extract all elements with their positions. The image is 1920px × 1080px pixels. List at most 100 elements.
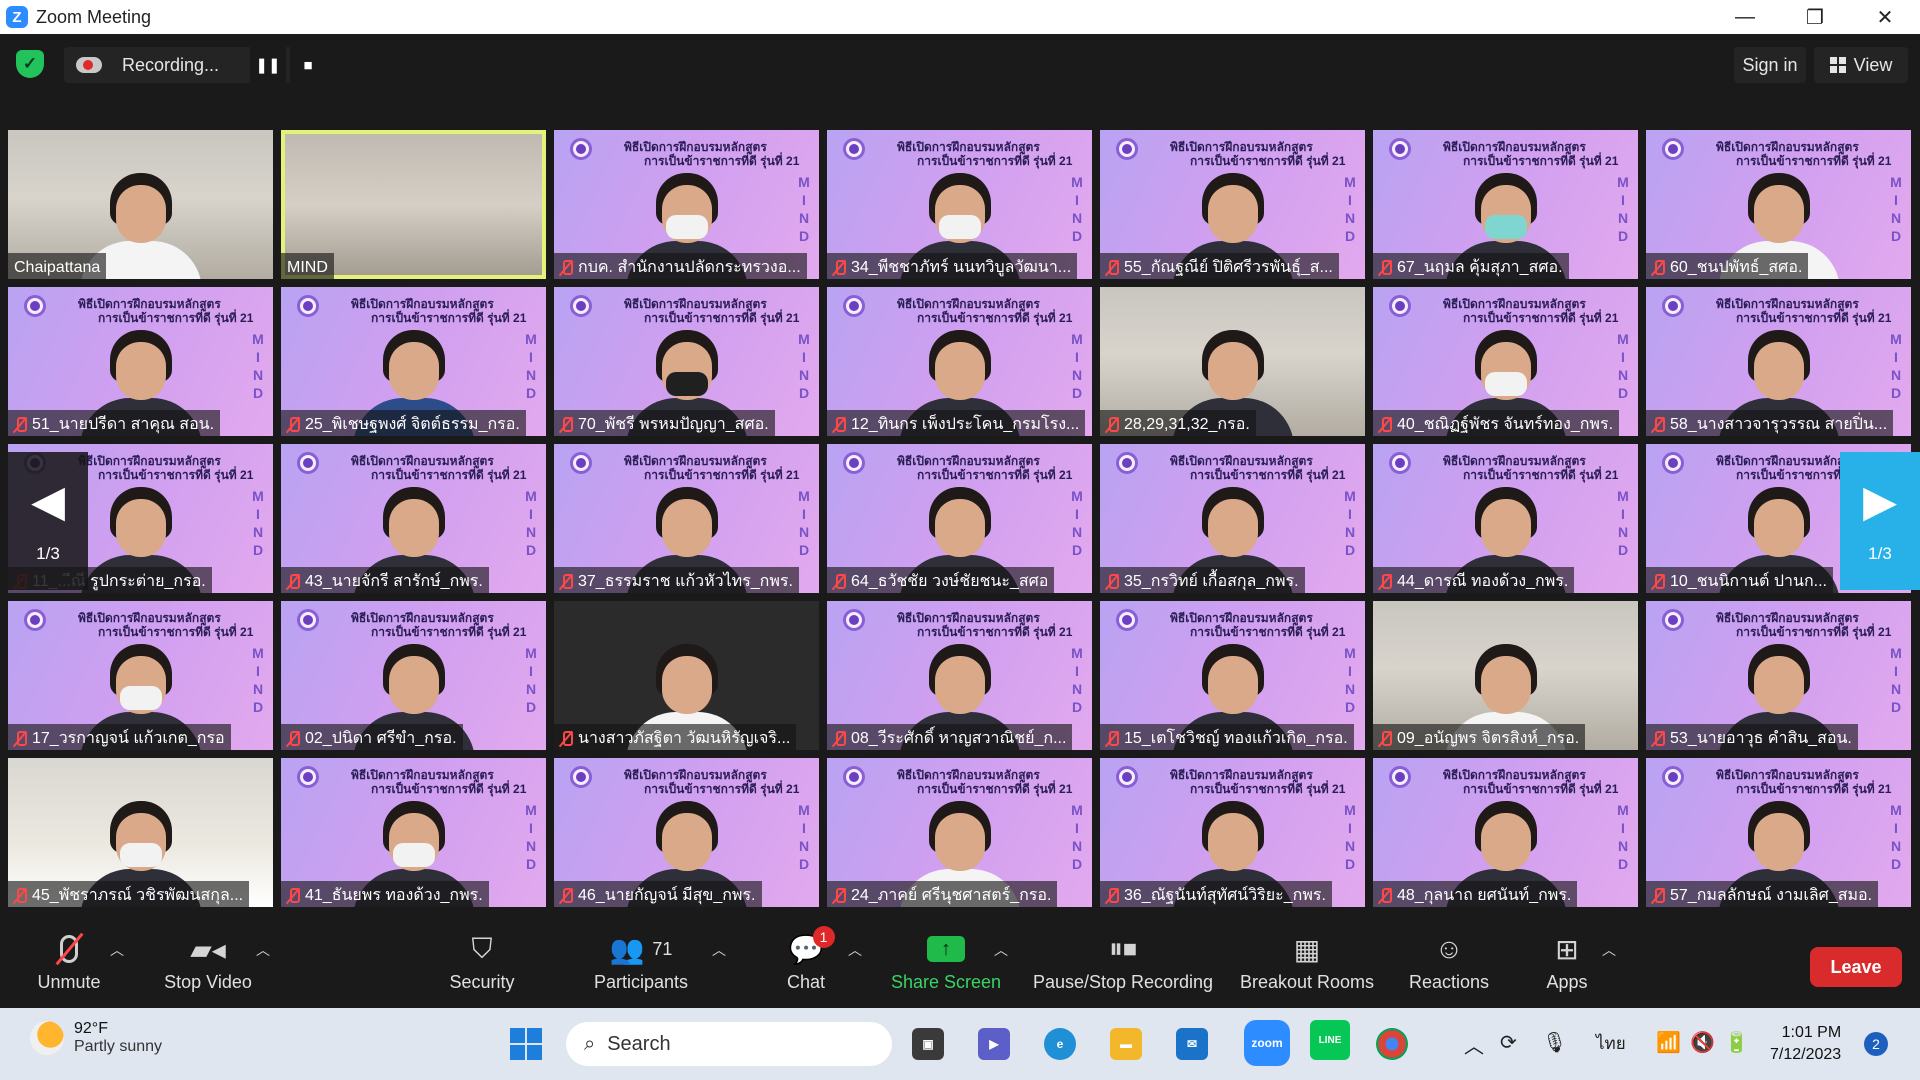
stop-video-button[interactable]: ▰◂ Stop Video xyxy=(160,930,256,1000)
pause-recording-button[interactable]: ❚❚ xyxy=(250,47,286,83)
video-tile[interactable]: พิธีเปิดการฝึกอบรมหลักสูตร การเป็นข้าราชก… xyxy=(281,287,546,436)
mind-letter: D xyxy=(1071,228,1083,244)
video-tile[interactable]: พิธีเปิดการฝึกอบรมหลักสูตร การเป็นข้าราชก… xyxy=(1100,130,1365,279)
apps-label: Apps xyxy=(1546,972,1588,992)
close-button[interactable]: ✕ xyxy=(1850,0,1920,34)
sync-icon[interactable]: ⟳ xyxy=(1500,1030,1517,1055)
sign-in-button[interactable]: Sign in xyxy=(1734,47,1806,83)
teams-chat-icon[interactable]: ▶ xyxy=(978,1028,1010,1060)
participant-name: 24_ภาคย์ ศรีนุชศาสตร์_กรอ. xyxy=(851,887,1052,904)
mail-icon[interactable]: ✉ xyxy=(1176,1028,1208,1060)
microphone-icon[interactable]: 🎙 xyxy=(1542,1030,1567,1055)
share-options-caret-icon[interactable]: ︿ xyxy=(994,940,1008,960)
view-button[interactable]: View xyxy=(1814,47,1908,83)
restore-button[interactable]: ❐ xyxy=(1780,0,1850,34)
windows-start-icon[interactable] xyxy=(510,1028,542,1060)
mind-letter: M xyxy=(1617,488,1629,504)
chrome-browser-icon[interactable] xyxy=(1376,1028,1408,1060)
pause-stop-recording-button[interactable]: ⏸⏹ Pause/Stop Recording xyxy=(1030,930,1216,1000)
volume-muted-icon[interactable]: 🔇 xyxy=(1690,1030,1715,1055)
video-tile[interactable]: พิธีเปิดการฝึกอบรมหลักสูตร การเป็นข้าราชก… xyxy=(1373,287,1638,436)
video-tile[interactable]: พิธีเปิดการฝึกอบรมหลักสูตร การเป็นข้าราชก… xyxy=(1646,287,1911,436)
video-tile[interactable]: พิธีเปิดการฝึกอบรมหลักสูตร การเป็นข้าราชก… xyxy=(1100,758,1365,907)
show-hidden-icons-chevron-icon[interactable]: ︿ xyxy=(1464,1030,1484,1059)
video-tile[interactable]: พิธีเปิดการฝึกอบรมหลักสูตร การเป็นข้าราชก… xyxy=(827,444,1092,593)
video-tile[interactable]: พิธีเปิดการฝึกอบรมหลักสูตร การเป็นข้าราชก… xyxy=(554,444,819,593)
video-tile[interactable]: พิธีเปิดการฝึกอบรมหลักสูตร การเป็นข้าราชก… xyxy=(1373,444,1638,593)
video-tile[interactable]: พิธีเปิดการฝึกอบรมหลักสูตร การเป็นข้าราชก… xyxy=(827,287,1092,436)
security-button[interactable]: ⛉ Security xyxy=(446,930,518,1000)
video-tile[interactable]: พิธีเปิดการฝึกอบรมหลักสูตร การเป็นข้าราชก… xyxy=(281,444,546,593)
participants-button[interactable]: 👥 71 Participants xyxy=(588,930,694,1000)
video-tile[interactable]: MIND xyxy=(281,130,546,279)
video-tile[interactable]: พิธีเปิดการฝึกอบรมหลักสูตร การเป็นข้าราชก… xyxy=(827,130,1092,279)
wifi-icon[interactable]: 📶 xyxy=(1656,1030,1681,1055)
clock-date: 7/12/2023 xyxy=(1770,1046,1842,1063)
video-tile[interactable]: พิธีเปิดการฝึกอบรมหลักสูตร การเป็นข้าราชก… xyxy=(281,601,546,750)
file-explorer-icon[interactable]: ▬ xyxy=(1110,1028,1142,1060)
taskbar-search[interactable]: ⌕ Search xyxy=(566,1022,892,1066)
leave-button[interactable]: Leave xyxy=(1810,947,1902,987)
video-tile[interactable]: พิธีเปิดการฝึกอบรมหลักสูตร การเป็นข้าราชก… xyxy=(1373,130,1638,279)
video-tile[interactable]: พิธีเปิดการฝึกอบรมหลักสูตร การเป็นข้าราชก… xyxy=(827,758,1092,907)
video-tile[interactable]: พิธีเปิดการฝึกอบรมหลักสูตร การเป็นข้าราชก… xyxy=(554,287,819,436)
share-screen-button[interactable]: ↑ Share Screen xyxy=(890,930,1002,1000)
notification-badge[interactable]: 2 xyxy=(1864,1032,1888,1056)
video-tile[interactable]: 45_พัชราภรณ์ วชิรพัฒนสกุล... xyxy=(8,758,273,907)
apps-button[interactable]: ⊞ Apps xyxy=(1544,930,1590,1000)
unmute-button[interactable]: Unmute xyxy=(34,930,104,1000)
encryption-shield-icon[interactable]: ✓ xyxy=(16,50,44,78)
participant-name: 34_พีชชาภัทร์ นนทวิบูลวัฒนา... xyxy=(851,259,1072,276)
video-tile[interactable]: พิธีเปิดการฝึกอบรมหลักสูตร การเป็นข้าราชก… xyxy=(8,601,273,750)
video-tile[interactable]: พิธีเปิดการฝึกอบรมหลักสูตร การเป็นข้าราชก… xyxy=(554,758,819,907)
video-tile[interactable]: พิธีเปิดการฝึกอบรมหลักสูตร การเป็นข้าราชก… xyxy=(281,758,546,907)
microphone-muted-icon xyxy=(560,730,573,747)
participants-options-caret-icon[interactable]: ︿ xyxy=(712,940,726,960)
video-tile[interactable]: 09_อนัญพร จิตรสิงห์_กรอ. xyxy=(1373,601,1638,750)
apps-icon: ⊞ xyxy=(1555,933,1579,965)
video-tile[interactable]: พิธีเปิดการฝึกอบรมหลักสูตร การเป็นข้าราชก… xyxy=(8,287,273,436)
video-tile[interactable]: พิธีเปิดการฝึกอบรมหลักสูตร การเป็นข้าราชก… xyxy=(827,601,1092,750)
line-app-icon[interactable]: LINE xyxy=(1310,1020,1350,1060)
apps-options-caret-icon[interactable]: ︿ xyxy=(1602,940,1616,960)
video-tile[interactable]: พิธีเปิดการฝึกอบรมหลักสูตร การเป็นข้าราชก… xyxy=(1100,601,1365,750)
zoom-app-icon[interactable]: zoom xyxy=(1244,1020,1290,1066)
mind-vertical-letters: MIND xyxy=(524,488,538,558)
video-tile[interactable]: พิธีเปิดการฝึกอบรมหลักสูตร การเป็นข้าราชก… xyxy=(1646,758,1911,907)
video-tile[interactable]: พิธีเปิดการฝึกอบรมหลักสูตร การเป็นข้าราชก… xyxy=(1373,758,1638,907)
breakout-rooms-button[interactable]: ▦ Breakout Rooms xyxy=(1238,930,1376,1000)
video-tile[interactable]: Chaipattana xyxy=(8,130,273,279)
video-tile[interactable]: พิธีเปิดการฝึกอบรมหลักสูตร การเป็นข้าราชก… xyxy=(554,130,819,279)
minimize-button[interactable]: — xyxy=(1710,0,1780,34)
input-language[interactable]: ไทย xyxy=(1596,1030,1626,1057)
video-options-caret-icon[interactable]: ︿ xyxy=(256,940,270,960)
mind-letter: D xyxy=(1617,856,1629,872)
mind-vertical-letters: MIND xyxy=(1889,645,1903,715)
mind-letter: N xyxy=(252,681,264,697)
video-tile[interactable]: พิธีเปิดการฝึกอบรมหลักสูตร การเป็นข้าราชก… xyxy=(1646,601,1911,750)
audio-options-caret-icon[interactable]: ︿ xyxy=(110,940,124,960)
stop-recording-button[interactable]: ■ xyxy=(290,47,326,83)
chat-button[interactable]: 💬 1 Chat xyxy=(784,926,835,1000)
reactions-button[interactable]: ☺ Reactions xyxy=(1408,930,1490,1000)
edge-browser-icon[interactable]: e xyxy=(1044,1028,1076,1060)
mind-letter: I xyxy=(1621,349,1625,365)
mind-letter: M xyxy=(798,488,810,504)
weather-widget[interactable]: 92°F Partly sunny xyxy=(30,1020,162,1056)
video-tile[interactable]: พิธีเปิดการฝึกอบรมหลักสูตร การเป็นข้าราชก… xyxy=(1646,130,1911,279)
mind-letter: N xyxy=(1617,838,1629,854)
previous-page-button[interactable]: ◀ 1/3 xyxy=(8,452,88,590)
video-tile[interactable]: พิธีเปิดการฝึกอบรมหลักสูตร การเป็นข้าราชก… xyxy=(1100,444,1365,593)
battery-icon[interactable]: 🔋 xyxy=(1724,1030,1749,1055)
taskbar-clock[interactable]: 1:01 PM 7/12/2023 xyxy=(1770,1022,1841,1066)
mind-logo-icon xyxy=(24,609,46,631)
video-tile[interactable]: 28,29,31,32_กรอ. xyxy=(1100,287,1365,436)
participant-name-label: 48_กุลนาถ ยศนันท์_กพร. xyxy=(1373,881,1578,907)
chat-options-caret-icon[interactable]: ︿ xyxy=(848,940,862,960)
video-tile[interactable]: นางสาวภัสฐิตา วัฒนหิรัญเจริ... xyxy=(554,601,819,750)
next-page-button[interactable]: ▶ 1/3 xyxy=(1840,452,1920,590)
mind-letter: M xyxy=(1617,802,1629,818)
mind-vertical-letters: MIND xyxy=(797,174,811,244)
task-view-icon[interactable]: ▣ xyxy=(912,1028,944,1060)
mind-letter: I xyxy=(1348,663,1352,679)
